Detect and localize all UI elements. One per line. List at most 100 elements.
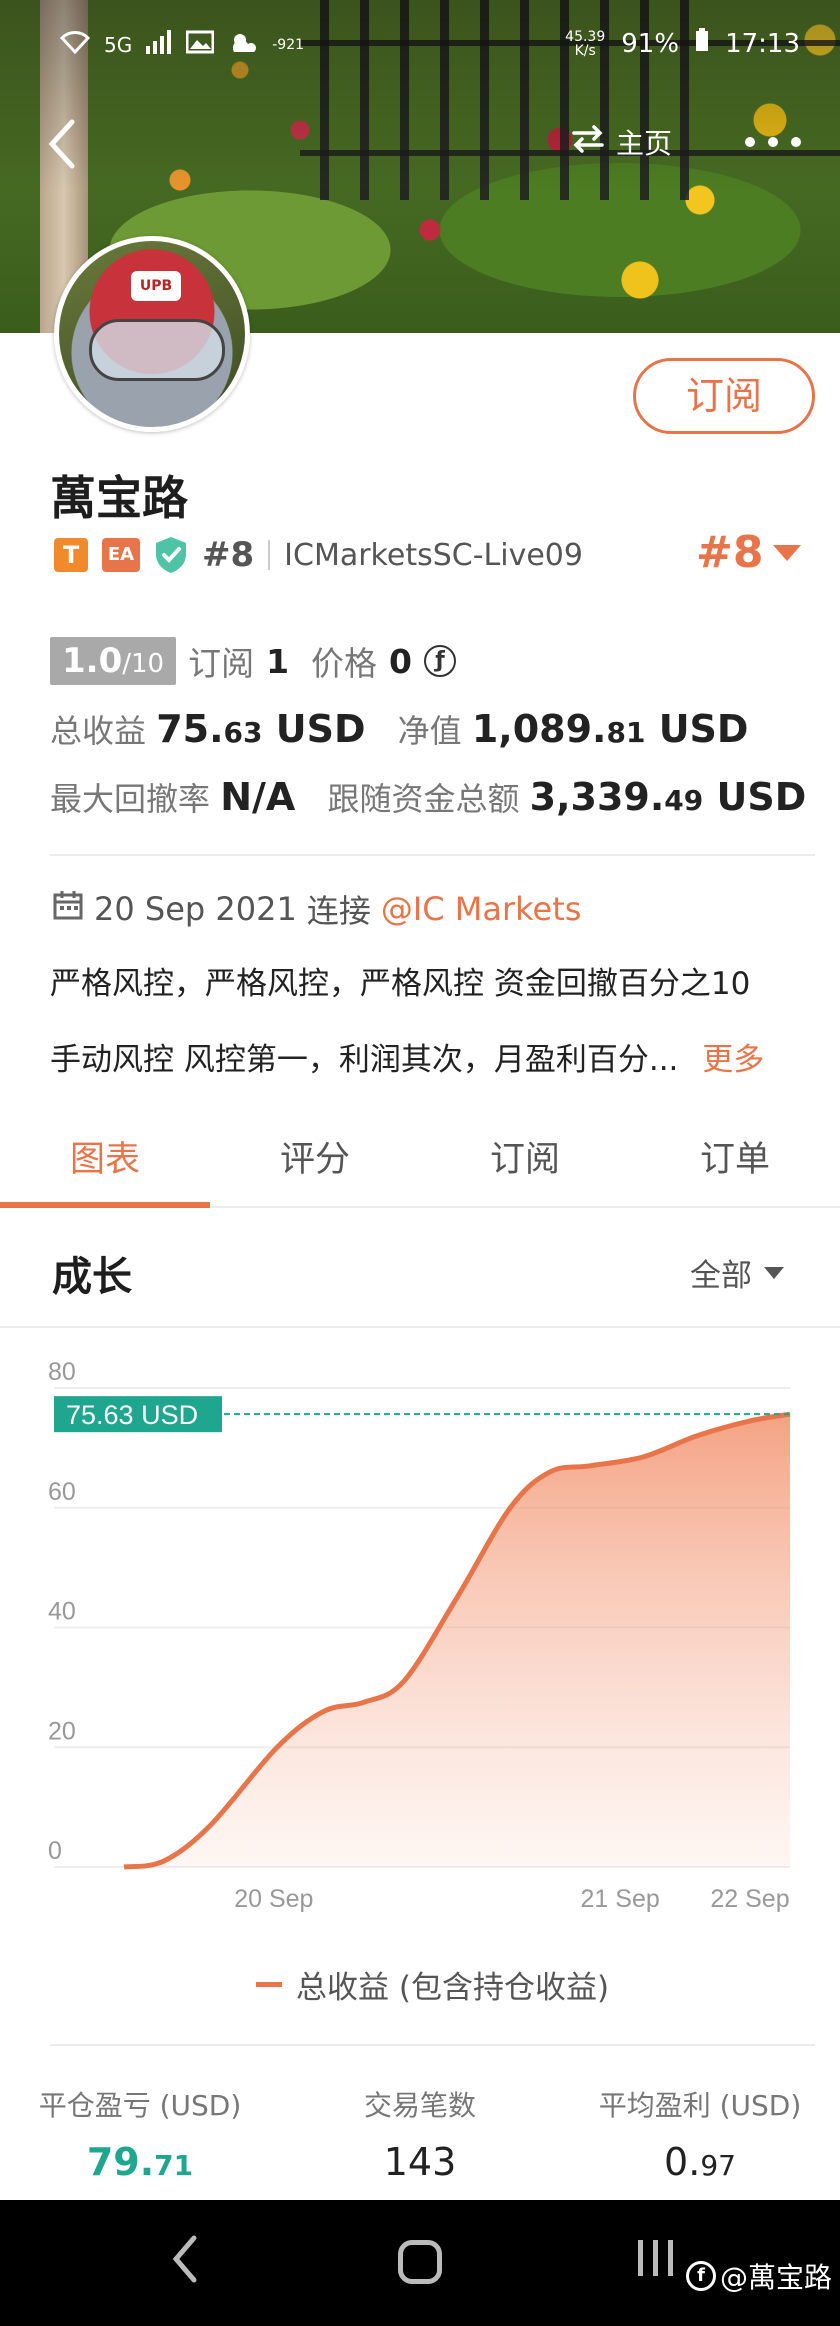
temperature: -921 (272, 36, 305, 53)
score-value: 1.0 (62, 641, 123, 681)
y-tick-label: 40 (48, 1598, 76, 1626)
growth-chart[interactable]: 0 20 40 60 80 75.63 USD 20 Sep 21 Sep 22 Sep (0, 1340, 840, 1940)
summary-stats: 平仓盈亏 (USD) 79.71 交易笔数 143 平均盈利 (USD) 0.9… (0, 2084, 840, 2184)
total-profit-label: 总收益 (50, 712, 147, 750)
tab-subscribe[interactable]: 订阅 (420, 1118, 630, 1206)
range-dropdown[interactable]: 全部 (690, 1250, 784, 1295)
avg-profit-int: 0. (664, 2140, 701, 2184)
tab-rating[interactable]: 评分 (210, 1118, 420, 1206)
caret-down-icon (773, 544, 802, 561)
system-recents-button[interactable] (634, 2236, 678, 2291)
trade-count-stat: 交易笔数 143 (280, 2084, 560, 2184)
avg-profit-stat: 平均盈利 (USD) 0.97 (560, 2084, 840, 2184)
subscribe-button[interactable]: 订阅 (633, 358, 815, 434)
avg-profit-dec: 97 (700, 2149, 736, 2182)
x-tick-label: 21 Sep (581, 1885, 660, 1913)
profit-equity-row: 总收益 75.63 USD 净值 1,089.81 USD (50, 706, 748, 752)
description-text: 手动风控 风控第一，利润其次，月盈利百分... (50, 1042, 679, 1078)
divider (50, 854, 815, 856)
drawdown-funds-row: 最大回撤率 N/A 跟随资金总额 3,339.49 USD (50, 774, 806, 820)
closed-pnl-label: 平仓盈亏 (USD) (38, 2089, 242, 2122)
connect-date: 20 Sep 2021 (94, 890, 297, 928)
avg-profit-label: 平均盈利 (USD) (598, 2089, 802, 2122)
max-drawdown-value: N/A (220, 775, 296, 819)
more-link[interactable]: 更多 (702, 1042, 764, 1078)
chart-legend[interactable]: 总收益 (包含持仓收益) (256, 1962, 609, 2007)
badges-row: T EA #8 ICMarketsSC-Live09 (54, 535, 583, 575)
subscribe-count: 1 (266, 641, 290, 681)
verified-shield-icon[interactable] (154, 536, 188, 574)
system-home-button[interactable] (398, 2240, 442, 2284)
closed-pnl-stat: 平仓盈亏 (USD) 79.71 (0, 2084, 280, 2184)
equity-int: 1,089. (471, 707, 607, 751)
price-value: 0 (389, 641, 413, 681)
rank-dropdown[interactable]: #8 (696, 527, 802, 578)
connect-label: 连接 (306, 892, 371, 930)
system-back-button[interactable] (170, 2234, 200, 2297)
weather-icon (228, 30, 258, 59)
net-speed-unit: K/s (574, 42, 596, 59)
closed-pnl-dec: 71 (154, 2149, 194, 2182)
closed-pnl-int: 79. (86, 2140, 155, 2184)
y-tick-label: 20 (48, 1717, 76, 1745)
home-button[interactable]: 主页 (570, 122, 672, 162)
description-line-1: 严格风控，严格风控，严格风控 资金回撤百分之10 (50, 966, 751, 1002)
back-button[interactable] (44, 116, 84, 176)
caret-down-icon (764, 1266, 784, 1279)
watermark-text: @萬宝路 (720, 2261, 833, 2294)
more-options-button[interactable] (744, 112, 802, 158)
max-drawdown-label: 最大回撤率 (50, 780, 211, 818)
tab-orders[interactable]: 订单 (630, 1118, 840, 1206)
x-tick-label: 22 Sep (710, 1885, 789, 1913)
rank-small: #8 (202, 535, 255, 575)
closed-pnl-value: 79.71 (0, 2140, 280, 2184)
broker-account: ICMarketsSC-Live09 (284, 537, 583, 573)
tab-bar: 图表 评分 订阅 订单 (0, 1118, 840, 1208)
clock: 17:13 (725, 28, 800, 59)
y-tick-label: 0 (48, 1837, 62, 1865)
equity-label: 净值 (397, 712, 462, 750)
net-speed-value: 45.39 (565, 28, 606, 45)
calendar-icon (52, 889, 84, 929)
follow-funds-unit: USD (716, 775, 807, 819)
rank-value: #8 (696, 527, 764, 578)
coin-icon: ƒ (424, 645, 457, 677)
username: 萬宝路 (50, 471, 188, 525)
y-tick-label: 80 (48, 1358, 76, 1386)
current-value-label: 75.63 USD (66, 1400, 198, 1430)
tab-chart[interactable]: 图表 (0, 1118, 210, 1208)
follow-funds-label: 跟随资金总额 (327, 780, 520, 818)
total-profit-int: 75. (156, 707, 224, 751)
y-tick-label: 60 (48, 1478, 76, 1506)
equity-dec: 81 (606, 716, 646, 749)
signal-icon (146, 30, 172, 59)
trade-count-value: 143 (280, 2140, 560, 2184)
image-icon (185, 30, 215, 59)
trade-count-int: 143 (383, 2140, 457, 2184)
battery-level: 91% (621, 28, 680, 59)
score-badge: 1.0/10 (50, 637, 177, 685)
trader-badge[interactable]: T (54, 538, 88, 572)
range-label: 全部 (690, 1258, 752, 1294)
total-profit-unit: USD (275, 707, 366, 751)
broker-link[interactable]: @IC Markets (381, 890, 582, 928)
avatar[interactable]: UPB (54, 236, 250, 432)
price-label: 价格 (311, 644, 378, 683)
growth-title: 成长 (52, 1254, 132, 1300)
swap-icon (570, 123, 606, 162)
network-type: 5G (104, 32, 133, 57)
watermark: f @萬宝路 (686, 2256, 832, 2296)
follow-funds-int: 3,339. (529, 775, 665, 819)
score-row: 1.0/10 订阅 1 价格 0 ƒ (50, 637, 457, 685)
description-line-2: 手动风控 风控第一，利润其次，月盈利百分... 更多 (50, 1034, 764, 1079)
status-bar: 5G -921 45.39 K/s 91% 17:13 (0, 26, 840, 66)
helmet-logo: UPB (131, 271, 181, 301)
divider (0, 1326, 840, 1328)
follow-funds-dec: 49 (664, 784, 704, 817)
divider (268, 540, 271, 570)
home-label: 主页 (616, 127, 673, 160)
status-left: 5G -921 (59, 30, 305, 59)
x-tick-label: 20 Sep (234, 1885, 313, 1913)
ea-badge[interactable]: EA (102, 538, 140, 572)
connection-row: 20 Sep 2021 连接 @IC Markets (52, 886, 581, 932)
